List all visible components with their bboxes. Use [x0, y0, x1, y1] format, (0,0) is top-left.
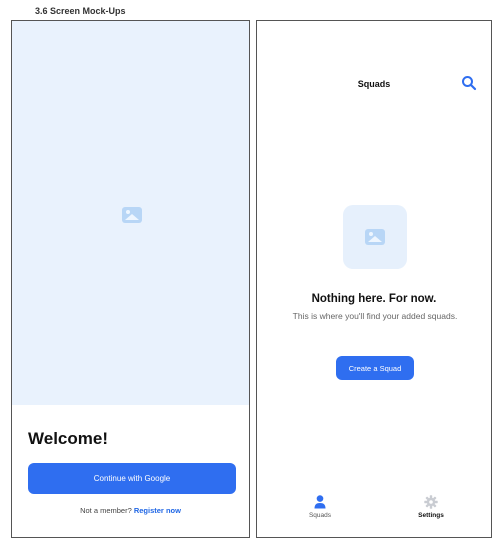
search-icon[interactable]	[461, 75, 477, 91]
empty-state-title: Nothing here. For now.	[311, 293, 437, 305]
squads-screen-mockup: Squads Nothing here. For now. This is wh…	[256, 20, 492, 538]
register-prompt: Not a member? Register now	[12, 506, 249, 515]
image-placeholder-icon	[122, 207, 142, 223]
register-now-link[interactable]: Register now	[134, 506, 181, 515]
section-heading: 3.6 Screen Mock-Ups	[35, 6, 126, 16]
continue-with-google-button[interactable]: Continue with Google	[28, 463, 236, 494]
empty-state-illustration	[343, 205, 407, 269]
person-icon	[314, 495, 326, 509]
hero-image-area	[12, 21, 249, 405]
empty-state-description: This is where you'll find your added squ…	[292, 311, 458, 321]
page-title: Squads	[357, 79, 391, 89]
tab-squads-label: Squads	[308, 512, 332, 519]
create-squad-button[interactable]: Create a Squad	[336, 356, 414, 380]
tab-squads[interactable]: Squads	[295, 495, 345, 519]
image-placeholder-icon	[365, 229, 385, 245]
tab-settings[interactable]: Settings	[406, 495, 456, 519]
welcome-screen-mockup: Welcome! Continue with Google Not a memb…	[11, 20, 250, 538]
gear-icon	[424, 495, 438, 509]
tab-settings-label: Settings	[418, 512, 444, 519]
member-prompt-text: Not a member?	[80, 506, 132, 515]
welcome-title: Welcome!	[28, 429, 108, 448]
